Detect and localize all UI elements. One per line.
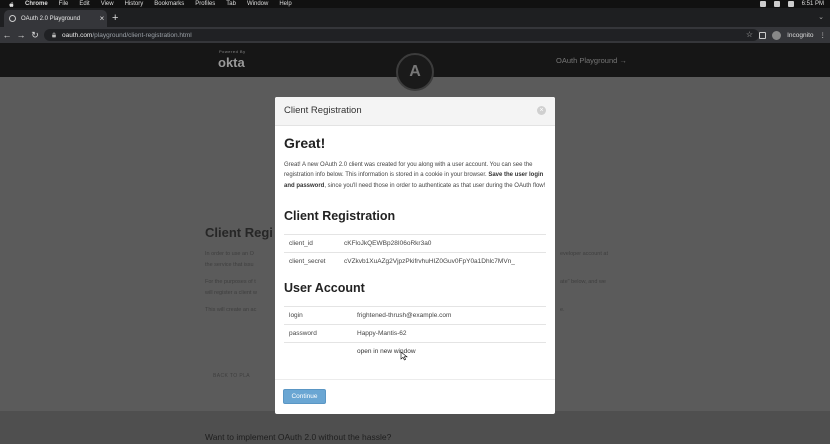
table-row: open in new window (284, 342, 546, 360)
site-header: Powered By okta A OAuth Playground → (0, 43, 830, 91)
table-row: password Happy-Mantis-62 (284, 324, 546, 342)
user-table: login frightened-thrush@example.com pass… (284, 306, 546, 360)
background-paragraph-1b: the service that issu (205, 262, 254, 268)
macos-menu-bar: Chrome File Edit View History Bookmarks … (0, 0, 830, 8)
background-footer (0, 411, 830, 444)
background-paragraph-2c: ate" below, and we (560, 279, 606, 285)
oauth-logo-icon: A (409, 63, 421, 80)
new-tab-icon[interactable]: + (112, 12, 118, 24)
background-paragraph-1c: eveloper account at (560, 251, 609, 257)
tab-strip: OAuth 2.0 Playground × + ⌄ (0, 8, 830, 27)
mouse-cursor-icon (400, 351, 408, 361)
password-key: password (289, 330, 317, 337)
tab-close-icon[interactable]: × (97, 14, 107, 23)
side-panel-icon[interactable] (759, 31, 767, 39)
background-page-title: Client Regi (205, 225, 273, 240)
search-icon[interactable] (787, 1, 794, 7)
login-key: login (289, 312, 303, 319)
powered-by-label: Powered By (219, 49, 246, 54)
table-row: client_secret cVZkvb1XuAZg2VjpzPkifrvhuH… (284, 252, 546, 270)
background-paragraph-3b: e. (560, 307, 565, 313)
client-secret-key: client_secret (289, 258, 326, 265)
oauth-logo[interactable]: A (396, 53, 434, 91)
back-icon[interactable]: ← (0, 30, 14, 40)
bookmark-star-icon[interactable]: ☆ (746, 29, 753, 41)
menu-view[interactable]: View (101, 0, 114, 8)
browser-tab[interactable]: OAuth 2.0 Playground × (4, 10, 107, 27)
status-area: 6:51 PM (759, 0, 824, 8)
menu-file[interactable]: File (59, 0, 69, 8)
tab-search-chevron-icon[interactable]: ⌄ (818, 13, 824, 21)
intro-text-2: , since you'll need those in order to au… (324, 182, 546, 189)
url-host: oauth.com (62, 31, 93, 39)
tab-title: OAuth 2.0 Playground (21, 15, 81, 22)
browser-toolbar: ← → ↻ oauth.com/playground/client-regist… (0, 27, 830, 43)
user-section-title: User Account (284, 281, 365, 295)
back-to-playground-link[interactable]: BACK TO PLA (213, 373, 250, 379)
menu-help[interactable]: Help (279, 0, 291, 8)
more-menu-icon[interactable]: ⋮ (820, 31, 827, 39)
client-table: client_id cKFloJkQEWBp28I06oRkr3a0 clien… (284, 234, 546, 270)
menu-edit[interactable]: Edit (79, 0, 89, 8)
menu-chrome[interactable]: Chrome (25, 0, 48, 8)
table-row: client_id cKFloJkQEWBp28I06oRkr3a0 (284, 234, 546, 252)
menu-history[interactable]: History (125, 0, 144, 8)
background-paragraph-2b: will register a client w (205, 290, 257, 296)
modal-title: Client Registration (284, 105, 362, 116)
close-icon[interactable]: × (537, 106, 546, 115)
client-secret-value[interactable]: cVZkvb1XuAZg2VjpzPkifrvhuHIZ0Guv0FpY0a1D… (344, 258, 515, 265)
screen-record-icon[interactable] (759, 1, 766, 7)
menu-profiles[interactable]: Profiles (195, 0, 215, 8)
modal-header: Client Registration × (275, 97, 555, 126)
playground-nav-link[interactable]: OAuth Playground → (556, 56, 627, 65)
forward-icon[interactable]: → (14, 30, 28, 40)
background-footer-heading: Want to implement OAuth 2.0 without the … (205, 432, 392, 442)
reload-icon[interactable]: ↻ (28, 30, 42, 41)
menu-bookmarks[interactable]: Bookmarks (154, 0, 184, 8)
client-id-value[interactable]: cKFloJkQEWBp28I06oRkr3a0 (344, 240, 431, 247)
control-center-icon[interactable] (773, 1, 780, 7)
background-paragraph-1a: In order to use an O (205, 251, 254, 257)
toolbar-right: Incognito ⋮ (759, 29, 826, 41)
client-section-title: Client Registration (284, 209, 396, 223)
background-paragraph-3a: This will create an ac (205, 307, 257, 313)
incognito-avatar-icon[interactable] (772, 30, 782, 40)
password-value[interactable]: Happy-Mantis-62 (357, 330, 407, 337)
menu-tab[interactable]: Tab (226, 0, 236, 8)
apple-icon[interactable] (8, 1, 15, 8)
client-registration-modal: Client Registration × Great! Great! A ne… (275, 97, 555, 414)
tab-favicon-icon (9, 15, 16, 22)
modal-intro: Great! A new OAuth 2.0 client was create… (284, 160, 546, 191)
modal-heading: Great! (284, 135, 326, 151)
url-path: /playground/client-registration.html (92, 31, 192, 39)
continue-button[interactable]: Continue (283, 389, 326, 404)
menu-window[interactable]: Window (247, 0, 268, 8)
clock[interactable]: 6:51 PM (802, 0, 824, 8)
table-row: login frightened-thrush@example.com (284, 306, 546, 324)
address-bar[interactable]: oauth.com/playground/client-registration… (44, 29, 759, 41)
modal-footer-divider (275, 379, 555, 380)
login-value[interactable]: frightened-thrush@example.com (357, 312, 451, 319)
lock-icon[interactable] (51, 32, 57, 38)
okta-logo[interactable]: okta (218, 55, 245, 70)
background-paragraph-2a: For the purposes of t (205, 279, 256, 285)
profile-label[interactable]: Incognito (787, 32, 813, 39)
client-id-key: client_id (289, 240, 313, 247)
